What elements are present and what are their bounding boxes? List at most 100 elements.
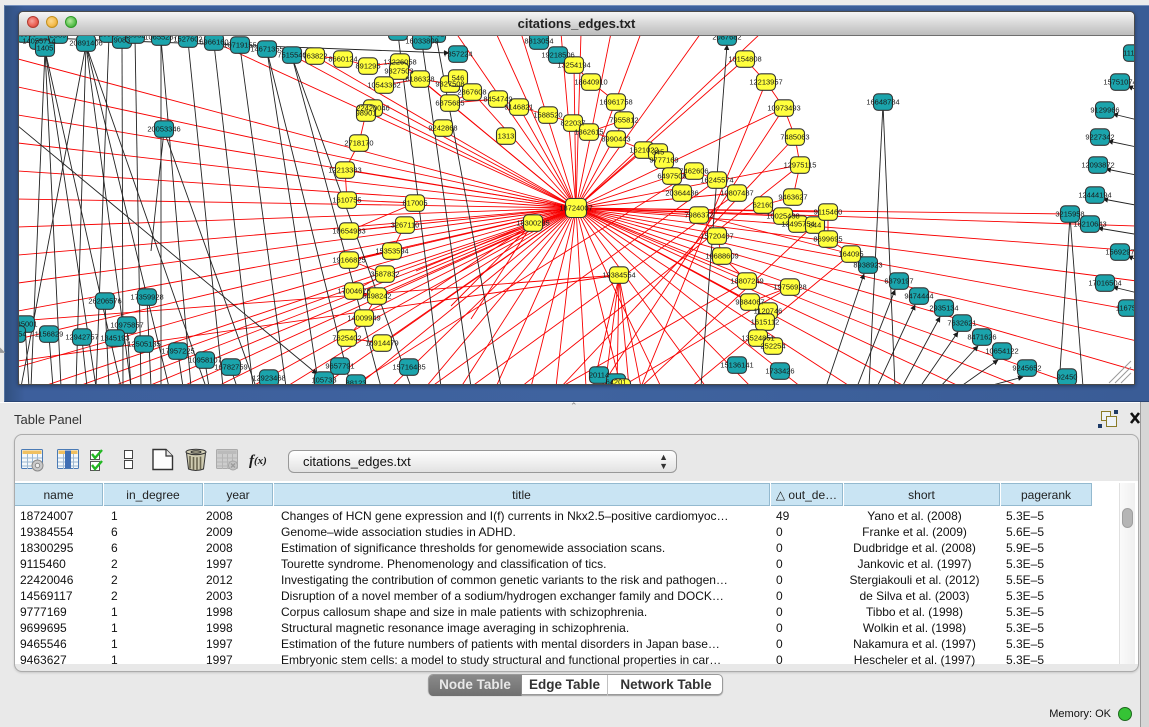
svg-text:1345193: 1345193 xyxy=(100,334,129,343)
svg-text:15751074: 15751074 xyxy=(1103,78,1134,87)
svg-text:2087682: 2087682 xyxy=(712,36,741,42)
svg-text:1313: 1313 xyxy=(498,132,515,141)
svg-text:1615112: 1615112 xyxy=(751,318,780,327)
svg-text:20364436: 20364436 xyxy=(665,189,698,198)
svg-text:1405: 1405 xyxy=(37,44,54,53)
svg-text:1588520: 1588520 xyxy=(533,111,562,120)
svg-text:1120746: 1120746 xyxy=(754,307,783,316)
svg-text:9657791: 9657791 xyxy=(325,362,354,371)
svg-text:12923468: 12923468 xyxy=(252,374,285,383)
svg-text:15716485: 15716485 xyxy=(392,363,425,372)
svg-text:16033809: 16033809 xyxy=(405,37,438,46)
svg-text:9384067: 9384067 xyxy=(735,298,764,307)
svg-text:116753: 116753 xyxy=(1116,304,1134,313)
svg-text:335001: 335001 xyxy=(19,320,38,329)
svg-text:14009949: 14009949 xyxy=(347,314,380,323)
svg-text:16914479: 16914479 xyxy=(365,339,398,348)
svg-text:12942757: 12942757 xyxy=(65,333,98,342)
svg-text:92450: 92450 xyxy=(1057,373,1078,382)
svg-text:18640910: 18640910 xyxy=(574,78,607,87)
svg-text:17016504: 17016504 xyxy=(1088,279,1121,288)
svg-text:26206576: 26206576 xyxy=(88,297,121,306)
svg-text:10654122: 10654122 xyxy=(985,347,1018,356)
svg-text:19166825: 19166825 xyxy=(332,256,365,265)
svg-text:1156829: 1156829 xyxy=(35,330,64,339)
svg-text:1733426: 1733426 xyxy=(765,367,794,376)
svg-text:98901: 98901 xyxy=(356,109,377,118)
svg-text:546: 546 xyxy=(452,74,465,83)
svg-text:3215958: 3215958 xyxy=(1055,210,1084,219)
svg-text:9242868: 9242868 xyxy=(428,124,457,133)
svg-text:7955812: 7955812 xyxy=(609,116,638,125)
svg-text:7986372: 7986372 xyxy=(684,211,713,220)
svg-text:8813054: 8813054 xyxy=(524,37,553,46)
svg-text:10975857: 10975857 xyxy=(110,321,143,330)
svg-text:12213957: 12213957 xyxy=(749,78,782,87)
svg-text:19218506: 19218506 xyxy=(541,51,574,60)
svg-text:20891406: 20891406 xyxy=(69,39,102,48)
svg-text:7485063: 7485063 xyxy=(780,133,809,142)
svg-text:7357224: 7357224 xyxy=(443,50,472,59)
svg-text:10807487: 10807487 xyxy=(720,189,753,198)
svg-text:164095: 164095 xyxy=(838,250,863,259)
svg-text:17359928: 17359928 xyxy=(130,293,163,302)
svg-text:12213383: 12213383 xyxy=(328,166,361,175)
svg-text:9463627: 9463627 xyxy=(778,193,807,202)
svg-text:11123: 11123 xyxy=(1123,49,1134,58)
svg-text:8990443: 8990443 xyxy=(601,135,630,144)
svg-text:6875685: 6875685 xyxy=(435,99,464,108)
svg-text:891295: 891295 xyxy=(355,62,380,71)
svg-text:9129966: 9129966 xyxy=(1090,106,1119,115)
svg-text:13254194: 13254194 xyxy=(557,61,590,70)
svg-text:6379197: 6379197 xyxy=(884,277,913,286)
svg-text:1362615: 1362615 xyxy=(574,128,603,137)
svg-text:62160: 62160 xyxy=(753,201,774,210)
svg-text:8186328: 8186328 xyxy=(405,75,434,84)
svg-text:2089: 2089 xyxy=(50,36,67,40)
svg-text:8660124: 8660124 xyxy=(328,55,357,64)
svg-text:16245574: 16245574 xyxy=(700,176,733,185)
svg-text:3587832: 3587832 xyxy=(370,270,399,279)
svg-text:39154: 39154 xyxy=(19,330,26,339)
svg-text:1527602: 1527602 xyxy=(173,36,202,44)
svg-text:10688609: 10688609 xyxy=(705,252,738,261)
svg-text:7625402: 7625402 xyxy=(332,334,361,343)
svg-text:18724007: 18724007 xyxy=(559,204,592,213)
svg-text:18932: 18932 xyxy=(125,36,146,40)
svg-text:8938923: 8938923 xyxy=(853,261,882,270)
svg-text:9777169: 9777169 xyxy=(649,156,678,165)
svg-text:(x): (x) xyxy=(254,455,267,467)
svg-text:10154808: 10154808 xyxy=(728,55,761,64)
svg-text:16648784: 16648784 xyxy=(866,98,899,107)
svg-text:9115460: 9115460 xyxy=(814,208,843,217)
svg-text:2935134: 2935134 xyxy=(929,304,958,313)
svg-text:7462606: 7462606 xyxy=(679,167,708,176)
svg-text:19756928: 19756928 xyxy=(773,283,806,292)
svg-text:7632621: 7632621 xyxy=(947,319,976,328)
svg-text:9245652: 9245652 xyxy=(1012,364,1041,373)
svg-text:763822: 763822 xyxy=(302,52,327,61)
svg-text:18300295: 18300295 xyxy=(516,219,549,228)
svg-text:844: 844 xyxy=(809,221,822,230)
svg-text:17957225: 17957225 xyxy=(161,347,194,356)
svg-text:817005: 817005 xyxy=(402,199,427,208)
svg-text:5498242: 5498242 xyxy=(362,292,391,301)
svg-text:9146821: 9146821 xyxy=(504,103,533,112)
svg-text:9227342: 9227342 xyxy=(1085,133,1114,142)
svg-text:15720407: 15720407 xyxy=(700,232,733,241)
svg-text:15136141: 15136141 xyxy=(720,361,753,370)
svg-text:13226058: 13226058 xyxy=(383,58,416,67)
svg-text:8699695: 8699695 xyxy=(813,235,842,244)
svg-text:19384554: 19384554 xyxy=(602,271,635,280)
svg-text:105733: 105733 xyxy=(311,376,336,385)
svg-text:12975115: 12975115 xyxy=(784,161,817,170)
svg-text:8471626: 8471626 xyxy=(967,333,996,342)
svg-text:822037: 822037 xyxy=(560,119,585,128)
svg-text:88123: 88123 xyxy=(346,379,367,386)
svg-text:10654983: 10654983 xyxy=(332,227,365,236)
svg-text:12505135: 12505135 xyxy=(127,340,160,349)
svg-text:20053346: 20053346 xyxy=(147,125,180,134)
svg-text:2718170: 2718170 xyxy=(344,139,373,148)
svg-text:1610755: 1610755 xyxy=(332,196,361,205)
svg-text:16210643: 16210643 xyxy=(1073,220,1106,229)
